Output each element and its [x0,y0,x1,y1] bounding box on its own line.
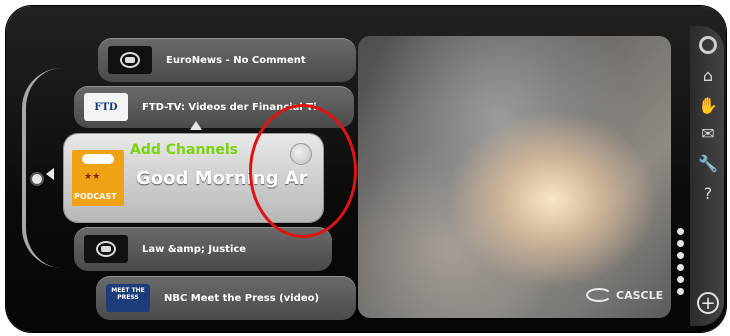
meet-the-press-logo: MEET THE PRESS [106,284,150,312]
channel-label: EuroNews - No Comment [166,54,306,66]
film-reel-icon [108,46,152,74]
ftd-logo: FTD [84,93,128,121]
brand-name: CASCLE [616,288,664,302]
rail-left-arrow[interactable] [46,168,54,180]
brand-logo: CASCLE [586,288,663,302]
page-dot[interactable] [677,288,684,295]
scroll-up-arrow[interactable] [190,121,202,130]
handshake-icon[interactable]: ✋ [698,96,718,116]
add-channels-label[interactable]: Add Channels [130,142,238,158]
channel-label: Law &amp; Justice [142,243,247,255]
page-dot[interactable] [677,228,684,235]
page-dot[interactable] [677,264,684,271]
page-dot[interactable] [677,252,684,259]
mail-icon[interactable]: ✉ [698,124,718,144]
page-dots [677,228,684,300]
rail-knob[interactable] [30,172,44,186]
podcast-thumbnail: ★★ PODCAST [72,150,124,206]
add-button[interactable]: + [697,292,719,314]
video-preview[interactable] [358,36,671,318]
page-dot[interactable] [677,240,684,247]
wrench-icon[interactable]: 🔧 [698,154,718,174]
power-icon[interactable] [699,36,717,54]
carousel-rail [22,68,62,268]
help-icon[interactable]: ? [698,184,718,204]
channel-label: NBC Meet the Press (video) [164,292,320,304]
home-icon[interactable]: ⌂ [698,66,718,86]
podcast-badge: PODCAST [74,192,117,201]
right-toolbar: ⌂ ✋ ✉ 🔧 ? [690,26,724,326]
brand-mark-icon [586,288,612,302]
film-reel-icon [84,235,128,263]
channel-item-euronews[interactable]: EuroNews - No Comment [98,38,356,82]
highlight-annotation [249,104,357,238]
channel-item-nbc[interactable]: MEET THE PRESS NBC Meet the Press (video… [96,276,356,320]
page-dot[interactable] [677,276,684,283]
